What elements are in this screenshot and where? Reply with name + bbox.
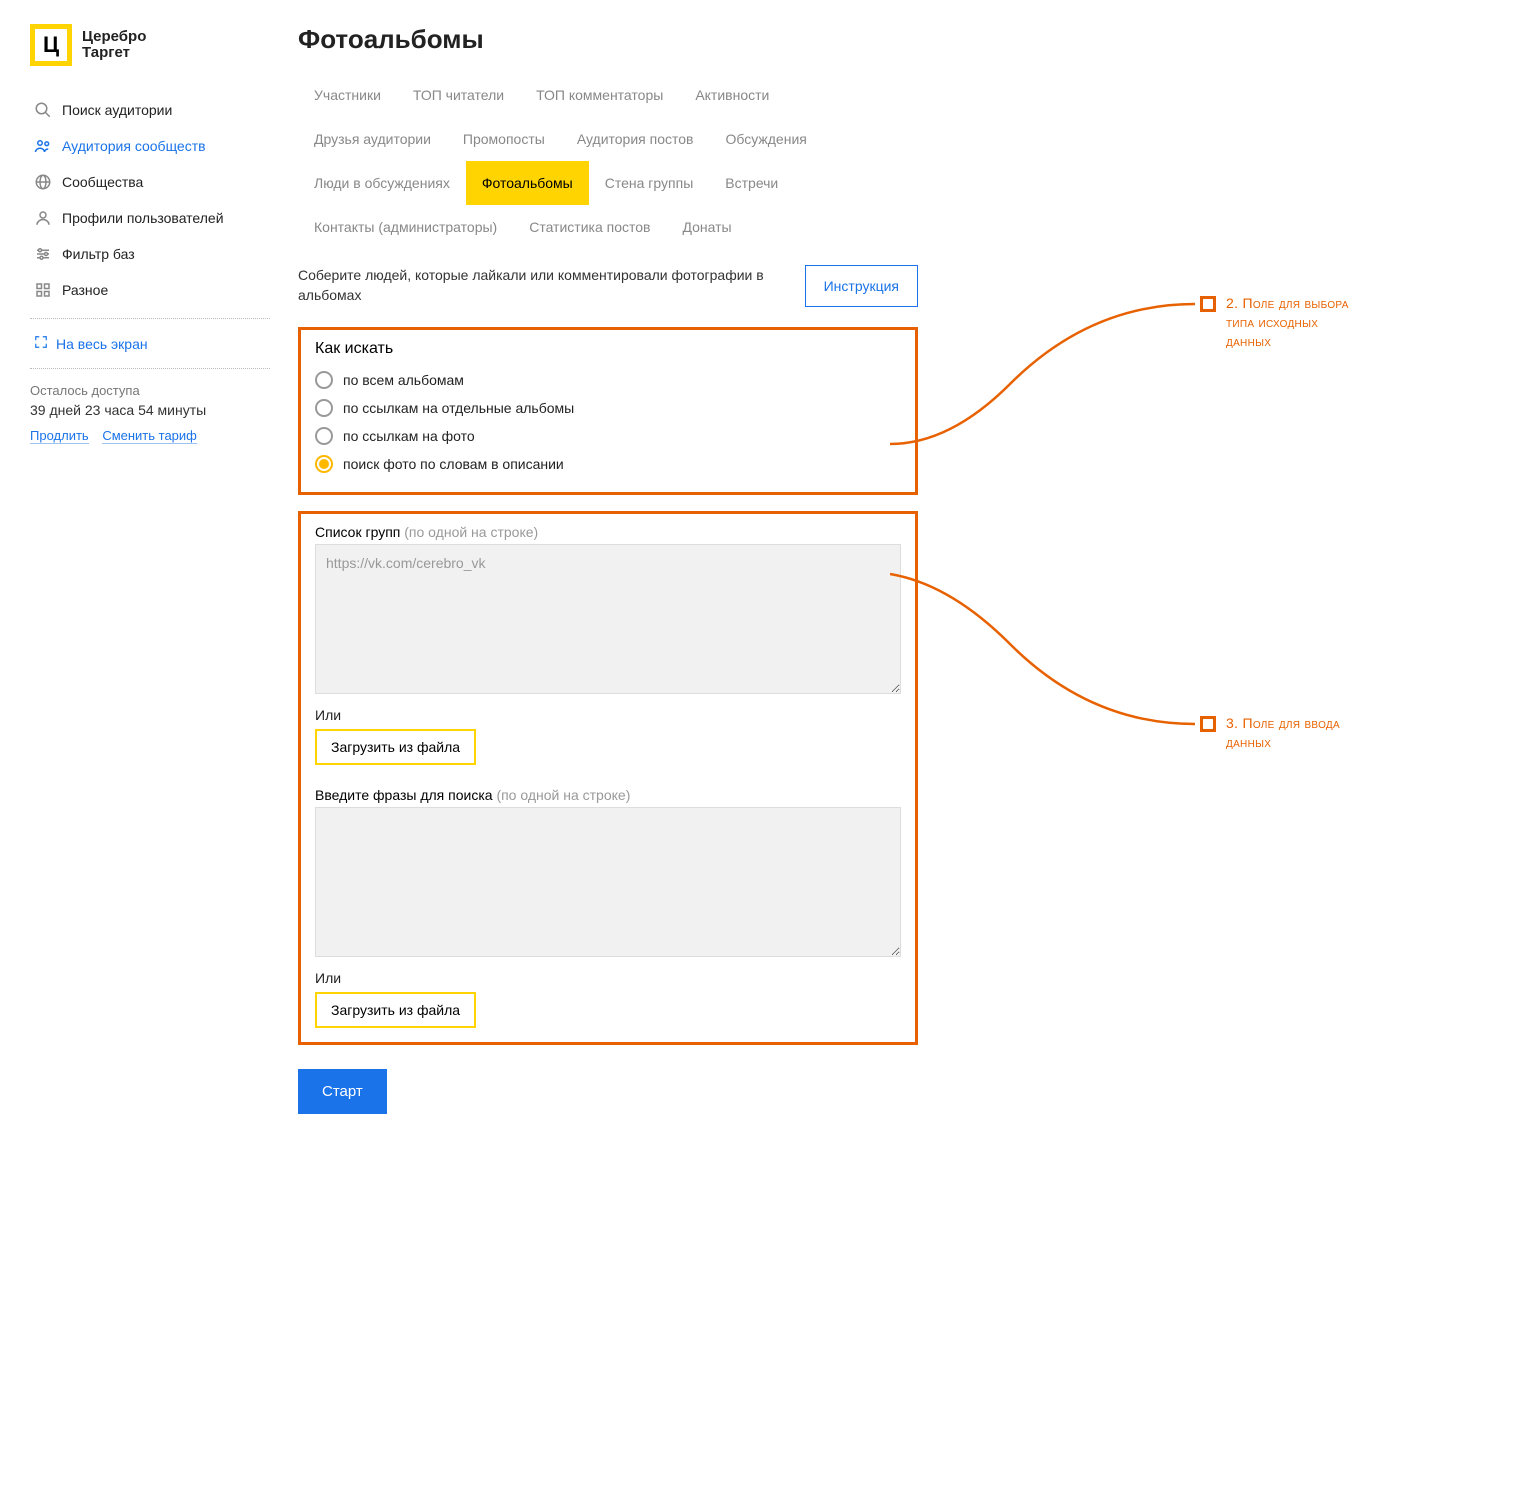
sidebar-item-label: Аудитория сообществ: [62, 138, 206, 154]
tab-стена-группы[interactable]: Стена группы: [589, 161, 710, 205]
input-panel: Список групп (по одной на строке) Или За…: [298, 511, 918, 1045]
or-label: Или: [315, 707, 901, 723]
tab-топ-читатели[interactable]: ТОП читатели: [397, 73, 520, 117]
radio-icon: [315, 455, 333, 473]
radio-option[interactable]: по ссылкам на отдельные альбомы: [315, 394, 901, 422]
radio-option[interactable]: поиск фото по словам в описании: [315, 450, 901, 478]
annotation-3: 3. Поле для ввода данных: [1200, 714, 1366, 752]
grid-icon: [34, 281, 52, 299]
radio-label: по ссылкам на отдельные альбомы: [343, 400, 574, 416]
tab-контакты-администраторы-[interactable]: Контакты (администраторы): [298, 205, 513, 249]
annotation-text: 3. Поле для ввода данных: [1226, 714, 1366, 752]
sidebar-item-label: Разное: [62, 282, 108, 298]
sidebar-item-community-audience[interactable]: Аудитория сообществ: [30, 128, 270, 164]
radio-option[interactable]: по ссылкам на фото: [315, 422, 901, 450]
annotation-marker-icon: [1200, 296, 1216, 312]
brand-line2: Таргет: [82, 45, 146, 62]
phrases-label: Введите фразы для поиска: [315, 787, 493, 803]
phrases-hint: (по одной на строке): [496, 787, 630, 803]
groups-label-row: Список групп (по одной на строке): [315, 524, 901, 540]
divider: [30, 318, 270, 319]
sidebar-item-user-profiles[interactable]: Профили пользователей: [30, 200, 270, 236]
or-label: Или: [315, 970, 901, 986]
tab-фотоальбомы[interactable]: Фотоальбомы: [466, 161, 589, 205]
logo-icon: Ц: [30, 24, 72, 66]
sidebar-item-label: Фильтр баз: [62, 246, 135, 262]
phrases-field: Введите фразы для поиска (по одной на ст…: [315, 787, 901, 1028]
phrases-textarea[interactable]: [315, 807, 901, 957]
annotation-marker-icon: [1200, 716, 1216, 732]
users-icon: [34, 137, 52, 155]
access-label: Осталось доступа: [30, 383, 270, 398]
fullscreen-toggle[interactable]: На весь экран: [30, 329, 270, 358]
logo: Ц Церебро Таргет: [30, 24, 270, 66]
sidebar-item-misc[interactable]: Разное: [30, 272, 270, 308]
search-type-title: Как искать: [315, 340, 901, 358]
main: Фотоальбомы УчастникиТОП читателиТОП ком…: [270, 24, 1500, 1114]
groups-textarea[interactable]: [315, 544, 901, 694]
tab-люди-в-обсуждениях[interactable]: Люди в обсуждениях: [298, 161, 466, 205]
groups-field: Список групп (по одной на строке) Или За…: [315, 524, 901, 765]
groups-label: Список групп: [315, 524, 400, 540]
search-icon: [34, 101, 52, 119]
search-type-panel: Как искать по всем альбомам по ссылкам на…: [298, 327, 918, 495]
sidebar-nav: Поиск аудитории Аудитория сообществ Сооб…: [30, 92, 270, 308]
upload-groups-file-button[interactable]: Загрузить из файла: [315, 729, 476, 765]
sidebar-item-filter-bases[interactable]: Фильтр баз: [30, 236, 270, 272]
globe-icon: [34, 173, 52, 191]
tabs: УчастникиТОП читателиТОП комментаторыАкт…: [298, 73, 918, 249]
tab-друзья-аудитории[interactable]: Друзья аудитории: [298, 117, 447, 161]
phrases-label-row: Введите фразы для поиска (по одной на ст…: [315, 787, 901, 803]
tab-топ-комментаторы[interactable]: ТОП комментаторы: [520, 73, 679, 117]
expand-icon: [34, 335, 48, 352]
instruction-button[interactable]: Инструкция: [805, 265, 918, 307]
radio-label: по всем альбомам: [343, 372, 464, 388]
annotation-connector-2: [890, 294, 1200, 464]
sliders-icon: [34, 245, 52, 263]
sidebar: Ц Церебро Таргет Поиск аудитории Аудитор…: [30, 24, 270, 1114]
logo-text: Церебро Таргет: [82, 29, 146, 62]
tab-статистика-постов[interactable]: Статистика постов: [513, 205, 666, 249]
tab-участники[interactable]: Участники: [298, 73, 397, 117]
start-button[interactable]: Старт: [298, 1069, 387, 1114]
radio-icon: [315, 371, 333, 389]
tab-аудитория-постов[interactable]: Аудитория постов: [561, 117, 710, 161]
radio-label: по ссылкам на фото: [343, 428, 475, 444]
sidebar-item-label: Поиск аудитории: [62, 102, 172, 118]
annotation-connector-3: [890, 544, 1200, 734]
brand-line1: Церебро: [82, 29, 146, 46]
sidebar-item-label: Сообщества: [62, 174, 143, 190]
radio-option[interactable]: по всем альбомам: [315, 366, 901, 394]
radio-icon: [315, 399, 333, 417]
radio-label: поиск фото по словам в описании: [343, 456, 564, 472]
page-title: Фотоальбомы: [298, 24, 1500, 55]
description-row: Соберите людей, которые лайкали или комм…: [298, 265, 918, 307]
sidebar-item-communities[interactable]: Сообщества: [30, 164, 270, 200]
divider: [30, 368, 270, 369]
tab-донаты[interactable]: Донаты: [666, 205, 747, 249]
tab-промопосты[interactable]: Промопосты: [447, 117, 561, 161]
access-block: Осталось доступа 39 дней 23 часа 54 мину…: [30, 383, 270, 443]
tab-встречи[interactable]: Встречи: [709, 161, 794, 205]
annotation-text: 2. Поле для выбора типа исходных данных: [1226, 294, 1366, 351]
radio-list: по всем альбомам по ссылкам на отдельные …: [315, 366, 901, 478]
fullscreen-label: На весь экран: [56, 336, 148, 352]
access-remaining: 39 дней 23 часа 54 минуты: [30, 402, 270, 418]
change-plan-link[interactable]: Сменить тариф: [102, 428, 197, 444]
tab-обсуждения[interactable]: Обсуждения: [709, 117, 822, 161]
tab-активности[interactable]: Активности: [679, 73, 785, 117]
upload-phrases-file-button[interactable]: Загрузить из файла: [315, 992, 476, 1028]
description-text: Соберите людей, которые лайкали или комм…: [298, 266, 775, 305]
annotation-2: 2. Поле для выбора типа исходных данных: [1200, 294, 1366, 351]
sidebar-item-search-audience[interactable]: Поиск аудитории: [30, 92, 270, 128]
groups-hint: (по одной на строке): [404, 524, 538, 540]
sidebar-item-label: Профили пользователей: [62, 210, 224, 226]
person-icon: [34, 209, 52, 227]
extend-link[interactable]: Продлить: [30, 428, 89, 444]
radio-icon: [315, 427, 333, 445]
